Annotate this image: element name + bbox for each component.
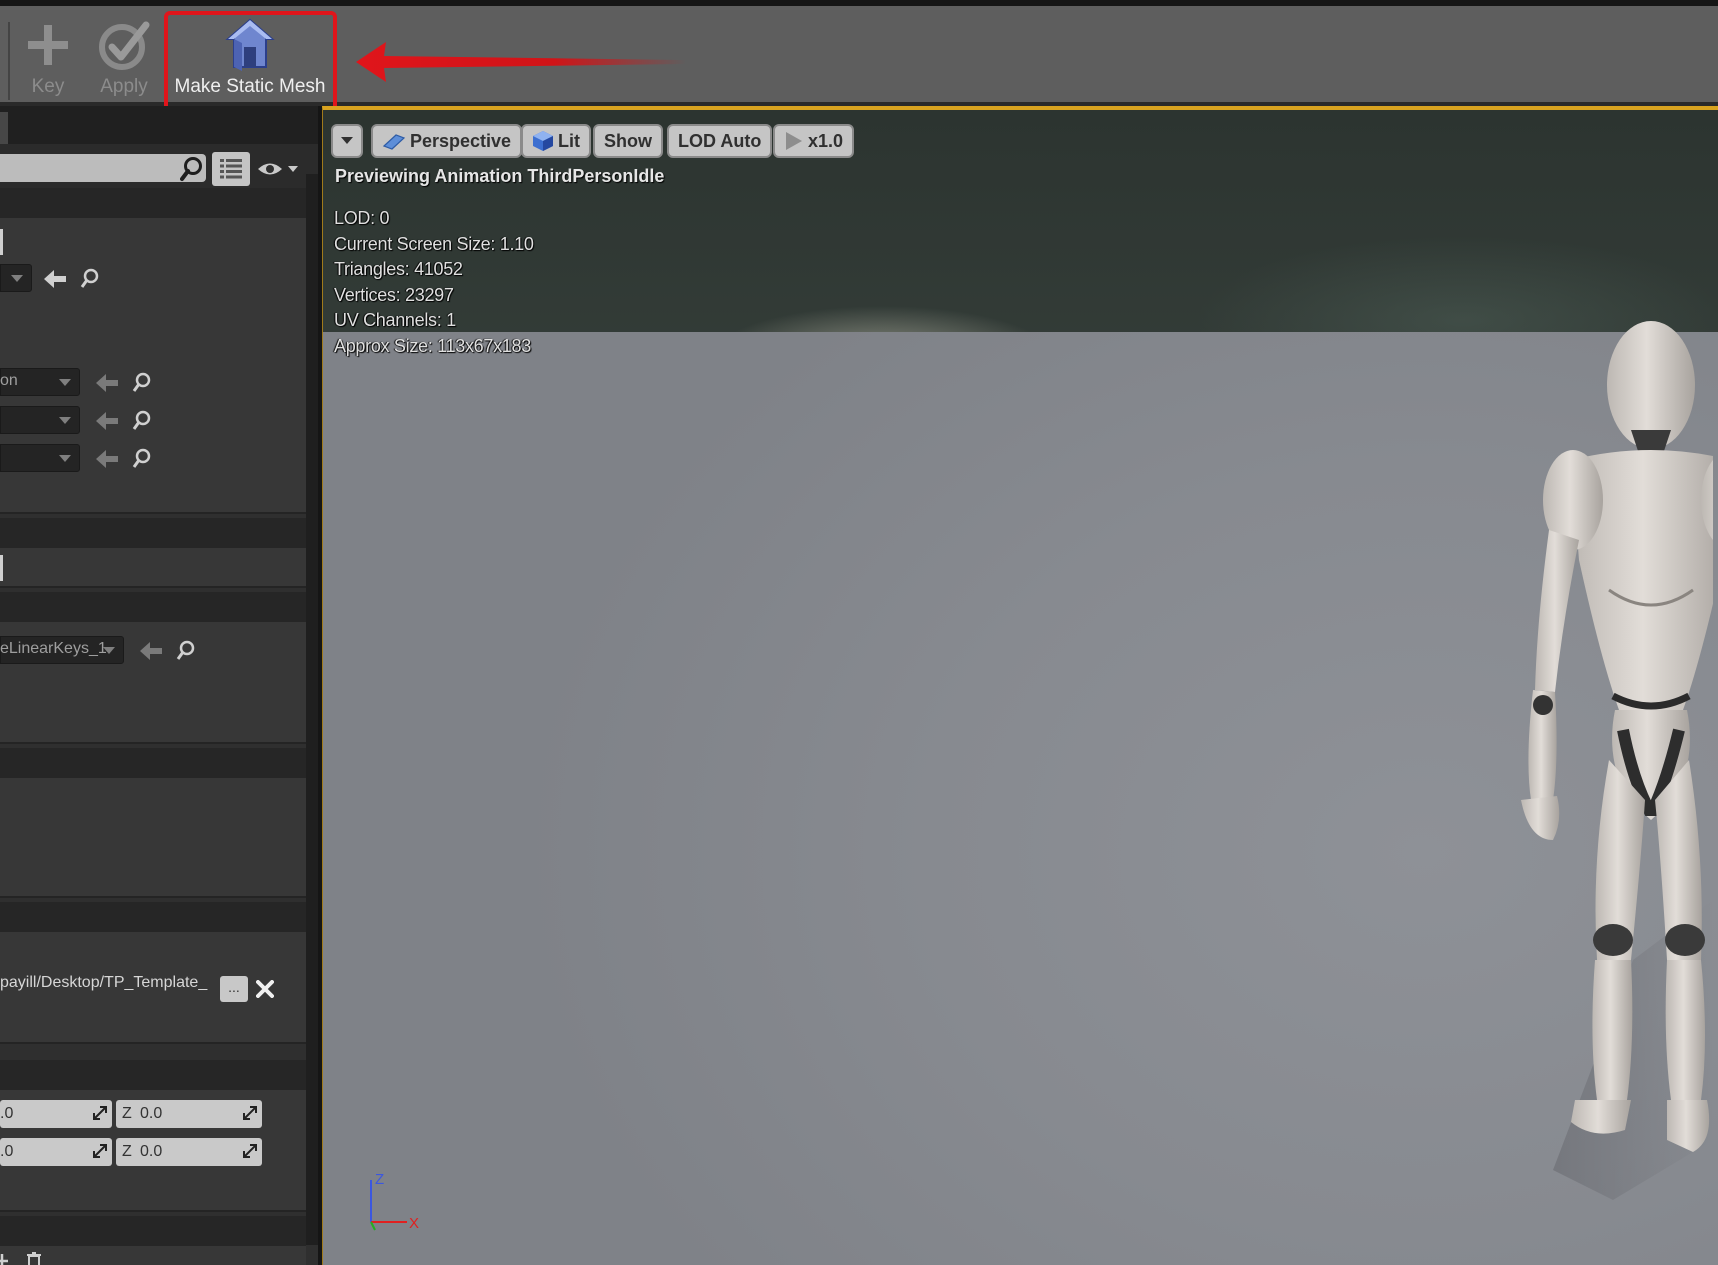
asset-dropdown-2[interactable]: [0, 406, 80, 434]
apply-button[interactable]: Apply: [92, 16, 156, 106]
trash-icon[interactable]: [26, 1252, 42, 1265]
gizmo-x-label: X: [409, 1215, 419, 1232]
gizmo-z-label: Z: [375, 1172, 384, 1188]
section-transform: .0 Z 0.0 .0 Z 0.0: [0, 1090, 306, 1212]
y-value-field-1[interactable]: .0: [0, 1100, 112, 1128]
apply-icon: [98, 16, 150, 74]
panel-tab-strip: [0, 106, 318, 144]
axis-gizmo: Z X: [370, 1172, 419, 1232]
use-selected-arrow-icon[interactable]: [140, 642, 162, 660]
playback-speed-button[interactable]: x1.0: [773, 124, 855, 158]
stat-lod: LOD: 0: [334, 208, 390, 228]
use-selected-arrow-icon[interactable]: [44, 270, 66, 288]
drag-resize-icon: [243, 1106, 257, 1120]
anim-dropdown-text: on: [0, 372, 18, 389]
use-selected-arrow-icon[interactable]: [96, 412, 118, 430]
asset-dropdown-3[interactable]: [0, 444, 80, 472]
play-icon: [786, 132, 802, 150]
perspective-label: Perspective: [410, 130, 512, 151]
section-4: [0, 778, 306, 898]
details-search-input[interactable]: [0, 154, 206, 182]
section-header-2[interactable]: [0, 518, 306, 548]
section-header-transform[interactable]: [0, 1060, 306, 1090]
section-header-import[interactable]: [0, 902, 306, 932]
camera-perspective-icon: [382, 134, 406, 150]
stat-approx-size: Approx Size: 113x67x183: [334, 335, 531, 356]
search-icon: [180, 157, 202, 181]
section-header-curve[interactable]: [0, 592, 306, 622]
view-options-grid-button[interactable]: [212, 152, 250, 186]
field-edge: [0, 555, 3, 581]
browse-search-icon[interactable]: [80, 268, 100, 290]
key-button[interactable]: Key: [18, 16, 78, 106]
drag-resize-icon: [243, 1144, 257, 1158]
key-button-label: Key: [31, 76, 65, 97]
stat-screen-size: Current Screen Size: 1.10: [334, 233, 534, 254]
section-mesh: on: [0, 218, 306, 514]
use-selected-arrow-icon[interactable]: [96, 374, 118, 392]
lit-mode-button[interactable]: Lit: [521, 124, 591, 158]
browse-search-icon[interactable]: [132, 448, 152, 470]
show-flags-button[interactable]: Show: [593, 124, 663, 158]
speed-label: x1.0: [808, 130, 844, 151]
section-curve: eLinearKeys_1: [0, 622, 306, 744]
stat-vertices: Vertices: 23297: [334, 284, 454, 305]
toolbar-separator: [8, 22, 10, 100]
browse-file-button[interactable]: ...: [220, 976, 248, 1002]
section-header-7[interactable]: [0, 1216, 306, 1246]
section-import: payill/Desktop/TP_Template_ ...: [0, 932, 306, 1044]
mannequin-character[interactable]: [1253, 240, 1713, 1250]
viewport-options-button[interactable]: [331, 124, 363, 158]
z-value-field-2[interactable]: Z 0.0: [116, 1138, 262, 1166]
lit-label: Lit: [558, 130, 580, 151]
plus-icon: [26, 16, 70, 74]
details-tab[interactable]: [0, 112, 8, 144]
section-header-4[interactable]: [0, 748, 306, 778]
add-element-icon[interactable]: [0, 1254, 8, 1265]
viewport-stats: LOD: 0 Current Screen Size: 1.10 Triangl…: [334, 206, 534, 359]
drag-resize-icon: [93, 1106, 107, 1120]
apply-button-label: Apply: [100, 76, 148, 97]
field-edge: [0, 229, 3, 255]
source-file-path: payill/Desktop/TP_Template_: [0, 974, 208, 991]
lod-label: LOD Auto: [678, 130, 762, 151]
z-value-field-1[interactable]: Z 0.0: [116, 1100, 262, 1128]
persona-editor-window: Key Apply Make Static Mesh on eLinearKey…: [0, 0, 1718, 1265]
red-arrow-icon: [356, 42, 686, 82]
section-7: [0, 1246, 306, 1265]
mesh-dropdown[interactable]: [0, 264, 32, 292]
y-value-field-2[interactable]: .0: [0, 1138, 112, 1166]
details-scrollbar[interactable]: [306, 174, 318, 1245]
show-label: Show: [604, 130, 652, 151]
curve-dropdown-text: eLinearKeys_1: [0, 640, 107, 657]
use-selected-arrow-icon[interactable]: [96, 450, 118, 468]
chevron-down-icon: [341, 137, 353, 144]
preview-viewport[interactable]: Perspective Lit Show LOD Auto x1.0 Previ…: [322, 106, 1718, 1265]
section-header-mesh[interactable]: [0, 188, 306, 218]
lod-button[interactable]: LOD Auto: [667, 124, 773, 158]
stat-triangles: Triangles: 41052: [334, 259, 463, 279]
highlight-box: [164, 11, 337, 114]
browse-search-icon[interactable]: [132, 372, 152, 394]
details-panel: on eLinearKeys_1 payill/Desktop/TP_Templ…: [0, 106, 318, 1265]
stat-uv-channels: UV Channels: 1: [334, 310, 456, 330]
browse-search-icon[interactable]: [132, 410, 152, 432]
browse-search-icon[interactable]: [176, 640, 196, 662]
visibility-eye-icon[interactable]: [256, 158, 300, 180]
drag-resize-icon: [93, 1144, 107, 1158]
main-toolbar: Key Apply Make Static Mesh: [0, 0, 1718, 114]
lit-cube-icon: [533, 131, 553, 151]
grid-icon: [220, 159, 242, 179]
details-search-row: [0, 144, 318, 194]
section-2: [0, 548, 306, 588]
preview-animation-text: Previewing Animation ThirdPersonIdle: [335, 166, 665, 186]
clear-close-icon[interactable]: [256, 980, 274, 998]
perspective-button[interactable]: Perspective: [371, 124, 523, 158]
